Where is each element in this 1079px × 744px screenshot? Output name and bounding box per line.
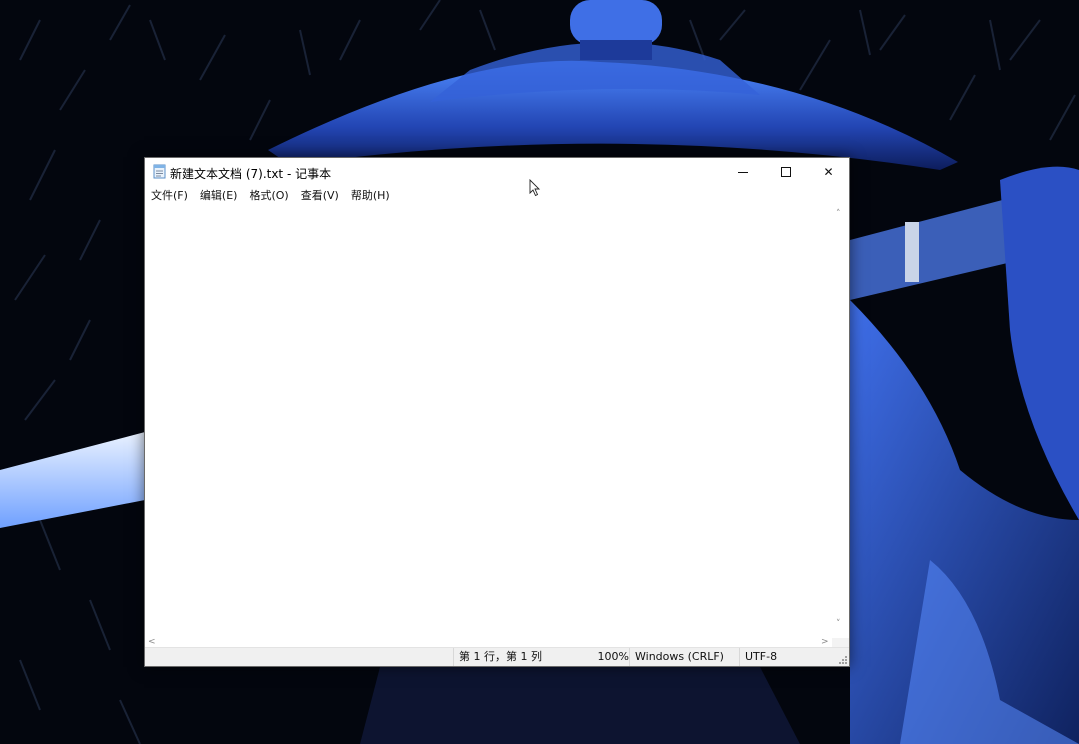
status-bar: 第 1 行，第 1 列 100% Windows (CRLF) UTF-8	[145, 647, 849, 666]
menu-help[interactable]: 帮助(H)	[349, 187, 392, 205]
menu-file[interactable]: 文件(F)	[149, 187, 190, 205]
menu-format[interactable]: 格式(O)	[247, 187, 290, 205]
scroll-left-icon[interactable]: <	[148, 638, 156, 647]
minimize-icon	[737, 171, 748, 173]
resize-grip-icon[interactable]	[839, 656, 847, 664]
maximize-icon	[780, 167, 791, 177]
menu-edit[interactable]: 编辑(E)	[198, 187, 240, 205]
menu-view[interactable]: 查看(V)	[299, 187, 341, 205]
minimize-button[interactable]	[721, 158, 764, 186]
scroll-down-icon[interactable]: ˅	[836, 620, 841, 629]
notepad-icon	[153, 164, 166, 179]
text-editor[interactable]	[145, 206, 832, 638]
maximize-button[interactable]	[764, 158, 807, 186]
status-zoom: 100%	[597, 650, 629, 663]
title-bar[interactable]: 新建文本文档 (7).txt - 记事本 ✕	[145, 158, 849, 186]
horizontal-scrollbar[interactable]: < >	[145, 638, 832, 647]
scroll-right-icon[interactable]: >	[821, 638, 829, 647]
status-line-ending: Windows (CRLF)	[629, 648, 739, 666]
notepad-window: 新建文本文档 (7).txt - 记事本 ✕ 文件(F) 编辑(E) 格式(O)…	[144, 157, 850, 667]
scroll-up-icon[interactable]: ˄	[836, 210, 841, 219]
status-encoding: UTF-8	[739, 648, 849, 666]
vertical-scrollbar[interactable]: ˄ ˅	[832, 206, 849, 638]
mouse-pointer-icon	[529, 179, 541, 197]
status-cursor-position: 第 1 行，第 1 列	[453, 648, 583, 666]
menu-bar: 文件(F) 编辑(E) 格式(O) 查看(V) 帮助(H)	[145, 186, 849, 206]
window-title: 新建文本文档 (7).txt - 记事本	[170, 167, 332, 181]
close-icon: ✕	[823, 165, 834, 179]
scrollbar-corner	[832, 638, 849, 647]
close-button[interactable]: ✕	[807, 158, 850, 186]
